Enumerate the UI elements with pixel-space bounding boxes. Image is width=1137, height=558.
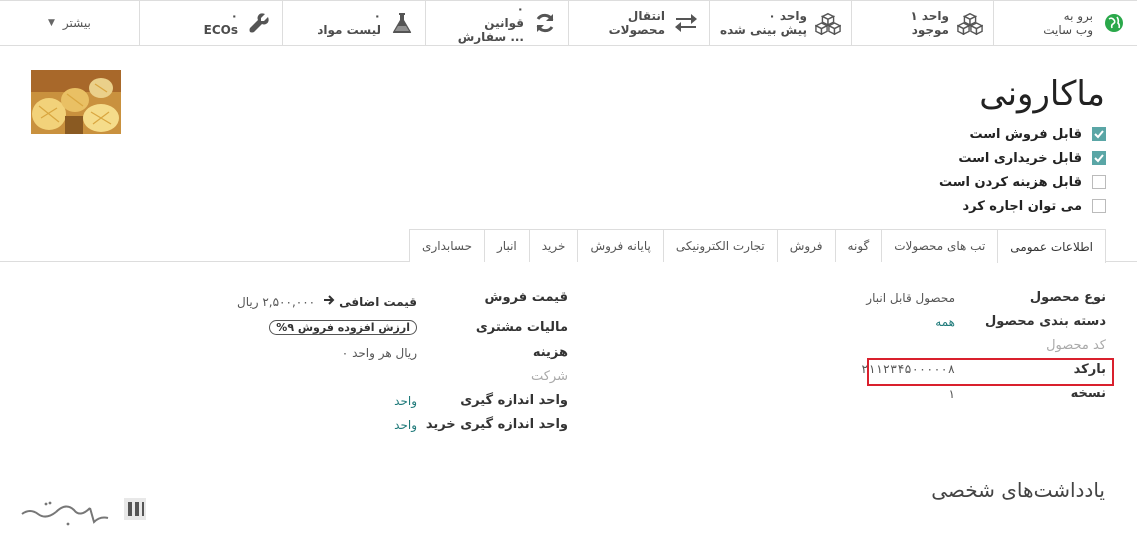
- tab-sales[interactable]: فروش: [776, 229, 836, 262]
- uom-label: واحد اندازه گیری: [460, 393, 568, 408]
- tab-ecommerce[interactable]: تجارت الکترونیکی: [662, 229, 778, 262]
- flask-icon: [389, 10, 415, 36]
- sales-price-label: قیمت فروش: [484, 290, 568, 305]
- ecos-label: ECOs: [203, 23, 238, 37]
- website-line1: برو به: [1063, 9, 1093, 23]
- notebook-tabs: اطلاعات عمومی تب های محصولات گونه فروش ت…: [409, 229, 1106, 263]
- more-button[interactable]: ▼ بیشتر: [0, 1, 139, 45]
- purchase-uom-label: واحد اندازه گیری خرید: [425, 417, 568, 432]
- product-category-label: دسته بندی محصول: [985, 314, 1106, 329]
- bom-button[interactable]: ۰ لیست مواد: [282, 1, 425, 45]
- ecos-count: ۰: [230, 9, 238, 23]
- extra-price-link[interactable]: قیمت اضافی: [323, 294, 417, 310]
- bom-count: ۰: [373, 9, 381, 23]
- tab-inventory[interactable]: انبار: [484, 229, 530, 262]
- reordering-rules-button[interactable]: ۰ قوانین سفارش ...: [425, 1, 568, 45]
- on-hand-qty: ۱ واحد: [910, 9, 949, 23]
- expense-ok-row: قابل هزینه کردن است: [939, 170, 1106, 194]
- version-value[interactable]: ۱: [949, 387, 955, 401]
- product-moves-label: انتقال محصولات: [608, 9, 665, 37]
- internal-ref-label: کد محصول: [1046, 338, 1106, 353]
- more-label: بیشتر: [62, 16, 91, 30]
- tax-badge[interactable]: ارزش افزوده فروش ۹%: [269, 320, 417, 335]
- sale-ok-checkbox[interactable]: [1092, 127, 1106, 141]
- product-type-label: نوع محصول: [1029, 290, 1106, 305]
- reordering-label: قوانین سفارش ...: [457, 16, 524, 44]
- internal-notes-title: یادداشت‌های شخصی: [931, 478, 1105, 502]
- globe-icon: [1101, 10, 1127, 36]
- product-flags: قابل فروش است قابل خریداری است قابل هزین…: [939, 122, 1106, 218]
- website-line2: وب سایت: [1043, 23, 1093, 37]
- forecasted-qty: ۰ واحد: [768, 9, 807, 23]
- sales-price-row: ۲,۵۰۰,۰۰۰ ریال قیمت اضافی: [237, 294, 417, 310]
- tab-variants[interactable]: گونه: [834, 229, 883, 262]
- product-image[interactable]: [31, 70, 121, 134]
- customer-tax-label: مالیات مشتری: [475, 320, 568, 335]
- forecasted-label: پیش بینی شده: [720, 23, 807, 37]
- sale-ok-label: قابل فروش است: [969, 126, 1082, 142]
- refresh-icon: [532, 10, 558, 36]
- tab-purchase[interactable]: خرید: [528, 229, 579, 262]
- smart-button-bar: برو به وب سایت ۱ واحد موجود ۰ واحد پیش بینی…: [0, 0, 1137, 46]
- on-hand-button[interactable]: ۱ واحد موجود: [851, 1, 993, 45]
- product-name[interactable]: ماکارونی: [979, 74, 1105, 114]
- cost-label: هزینه: [532, 345, 568, 360]
- caret-down-icon: ▼: [48, 18, 55, 28]
- customer-tax-field[interactable]: ارزش افزوده فروش ۹%: [269, 320, 417, 335]
- arrow-right-icon: [323, 294, 335, 310]
- bom-label: لیست مواد: [317, 23, 381, 37]
- expense-ok-checkbox[interactable]: [1092, 175, 1106, 189]
- tab-general-info[interactable]: اطلاعات عمومی: [997, 229, 1106, 263]
- watermark-logo: [16, 494, 151, 534]
- sale-ok-row: قابل فروش است: [939, 122, 1106, 146]
- purchase-ok-row: قابل خریداری است: [939, 146, 1106, 170]
- barcode-label: بارکد: [1073, 362, 1106, 377]
- sales-price-value[interactable]: ۲,۵۰۰,۰۰۰ ریال: [237, 295, 315, 309]
- ecos-button[interactable]: ۰ ECOs: [139, 1, 282, 45]
- product-moves-button[interactable]: انتقال محصولات: [568, 1, 709, 45]
- version-label: نسخه: [1070, 386, 1106, 401]
- expense-ok-label: قابل هزینه کردن است: [938, 174, 1082, 190]
- rent-ok-row: می توان اجاره کرد: [939, 194, 1106, 218]
- on-hand-label: موجود: [911, 23, 949, 37]
- exchange-icon: [673, 10, 699, 36]
- extra-price-label: قیمت اضافی: [339, 295, 417, 309]
- barcode-value[interactable]: ۲۱۱۲۳۴۵۰۰۰۰۰۸: [861, 362, 955, 376]
- wrench-icon: [246, 10, 272, 36]
- company-label: شرکت: [530, 369, 568, 384]
- cubes-icon: [957, 10, 983, 36]
- product-type-value[interactable]: محصول قابل انبار: [866, 291, 955, 305]
- forecasted-button[interactable]: ۰ واحد پیش بینی شده: [709, 1, 851, 45]
- cost-value[interactable]: ۰ ریال هر واحد: [342, 346, 417, 360]
- reordering-count: ۰: [516, 2, 524, 16]
- purchase-uom-value[interactable]: واحد: [394, 418, 417, 432]
- product-category-value[interactable]: همه: [935, 315, 955, 329]
- rent-ok-checkbox[interactable]: [1092, 199, 1106, 213]
- purchase-ok-checkbox[interactable]: [1092, 151, 1106, 165]
- tab-product-tabs[interactable]: تب های محصولات: [881, 229, 999, 262]
- cubes-icon: [815, 10, 841, 36]
- purchase-ok-label: قابل خریداری است: [958, 150, 1082, 166]
- tab-pos[interactable]: پایانه فروش: [577, 229, 664, 262]
- tab-accounting[interactable]: حسابداری: [409, 229, 485, 262]
- website-button[interactable]: برو به وب سایت: [993, 1, 1137, 45]
- rent-ok-label: می توان اجاره کرد: [962, 198, 1082, 214]
- uom-value[interactable]: واحد: [394, 394, 417, 408]
